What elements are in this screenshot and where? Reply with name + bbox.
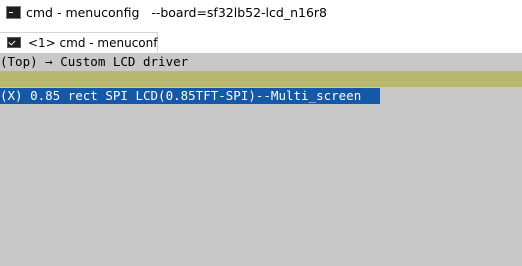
console-icon (7, 37, 21, 48)
tab-label: <1> cmd - menuconf (28, 36, 158, 50)
console-icon (6, 6, 21, 19)
window-title: cmd - menuconfig --board=sf32lb52-lcd_n1… (26, 5, 328, 20)
menu-breadcrumb: (Top) → Custom LCD driver (0, 54, 189, 69)
tab-cmd-menuconfig[interactable]: <1> cmd - menuconf (0, 32, 158, 53)
window-titlebar: cmd - menuconfig --board=sf32lb52-lcd_n1… (0, 0, 522, 29)
terminal-area[interactable]: (Top) → Custom LCD driver (X) 0.85 rect … (0, 53, 522, 266)
selected-choice-item[interactable]: (X) 0.85 rect SPI LCD(0.85TFT-SPI)--Mult… (0, 88, 380, 104)
tab-strip: <1> cmd - menuconf (0, 29, 522, 53)
menu-separator-bar (0, 71, 522, 87)
